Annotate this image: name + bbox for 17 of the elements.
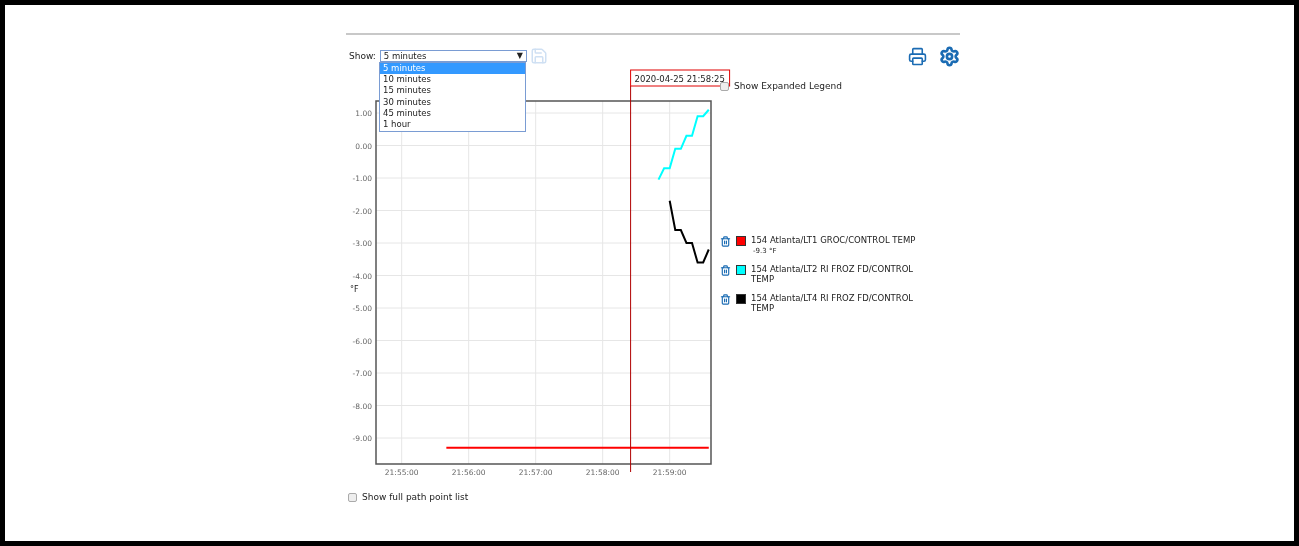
y-axis-label: °F [350,285,359,294]
print-icon[interactable] [908,46,927,66]
timestamp-label: 2020-04-25 21:58:25 [630,69,731,87]
show-label: Show: [349,51,376,61]
checkbox[interactable] [348,492,357,502]
checkbox-label: Show Expanded Legend [734,81,842,91]
range-select[interactable]: 5 minutes ▼ [379,50,527,62]
checkbox-label: Show full path point list [362,492,469,502]
trash-icon[interactable] [720,294,731,305]
legend-name: 154 Atlanta/LT4 RI FROZ FD/CONTROL TEMP [751,293,915,313]
caret-icon: ▼ [516,52,523,60]
checkbox[interactable] [720,81,729,91]
legend-name: 154 Atlanta/LT2 RI FROZ FD/CONTROL TEMP [751,264,915,284]
trash-icon[interactable] [720,265,731,276]
settings-icon[interactable] [939,45,960,67]
legend-name: 154 Atlanta/LT1 GROC/CONTROL TEMP [751,235,917,245]
trash-icon[interactable] [720,236,731,247]
